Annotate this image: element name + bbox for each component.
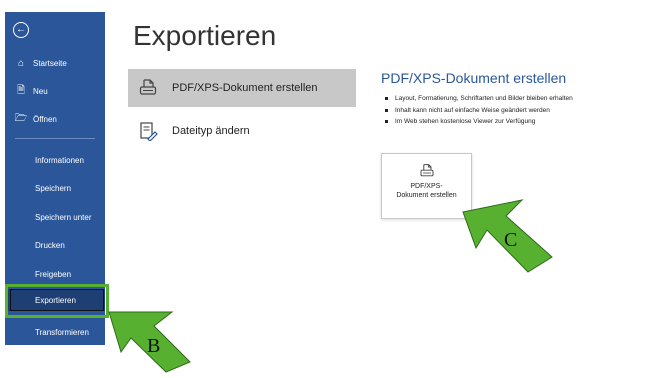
annotation-label-b: B [147,335,161,357]
annotation-label-c: C [504,229,518,251]
annotation-overlay [108,199,553,373]
